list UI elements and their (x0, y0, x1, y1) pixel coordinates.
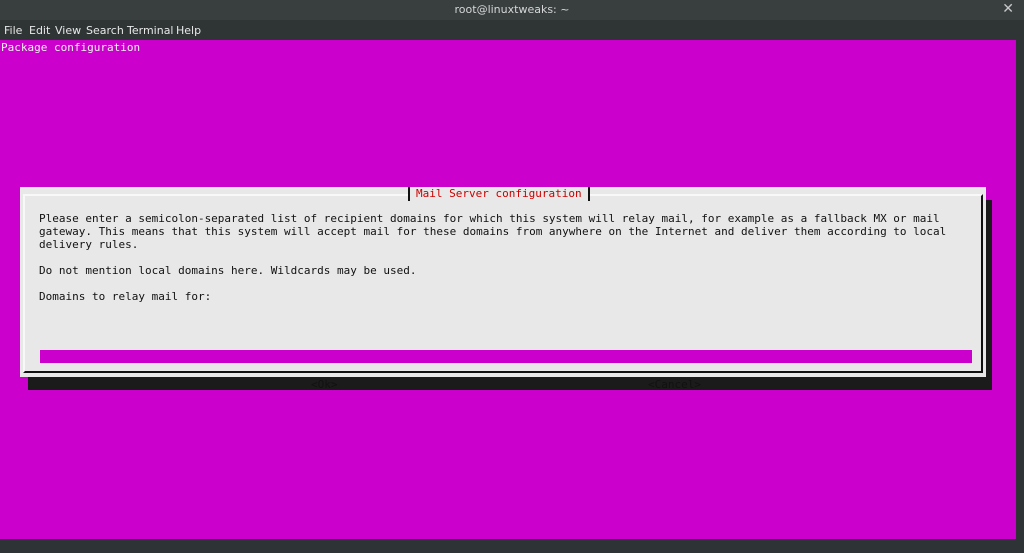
cancel-button[interactable]: <Cancel> (648, 378, 701, 391)
menu-help[interactable]: Help (176, 24, 201, 37)
menu-bar: File Edit View Search Terminal Help (0, 20, 1024, 40)
dialog-description: Please enter a semicolon-separated list … (39, 212, 947, 251)
menu-search[interactable]: Search (86, 24, 124, 37)
relay-domains-prompt: Domains to relay mail for: (39, 290, 212, 303)
dialog-hint: Do not mention local domains here. Wildc… (39, 264, 417, 277)
terminal-area[interactable]: Package configuration Please enter a sem… (0, 40, 1016, 539)
menu-file[interactable]: File (4, 24, 22, 37)
package-configuration-header: Package configuration (1, 41, 141, 54)
terminal-scrollbar[interactable] (1016, 40, 1024, 539)
ok-button[interactable]: <Ok> (311, 378, 338, 391)
menu-terminal[interactable]: Terminal (127, 24, 174, 37)
window-bottom-edge (0, 539, 1024, 553)
window-title: root@linuxtweaks: ~ (454, 3, 570, 16)
text-cursor (34, 350, 40, 363)
mail-server-dialog: Please enter a semicolon-separated list … (20, 187, 986, 391)
close-icon[interactable]: ✕ (1002, 1, 1014, 17)
relay-domains-input[interactable] (34, 350, 972, 363)
dialog-title: Mail Server configuration (408, 187, 590, 201)
menu-edit[interactable]: Edit (29, 24, 50, 37)
dialog-frame: Please enter a semicolon-separated list … (23, 194, 983, 373)
menu-view[interactable]: View (55, 24, 81, 37)
window-titlebar: root@linuxtweaks: ~ ✕ (0, 0, 1024, 20)
